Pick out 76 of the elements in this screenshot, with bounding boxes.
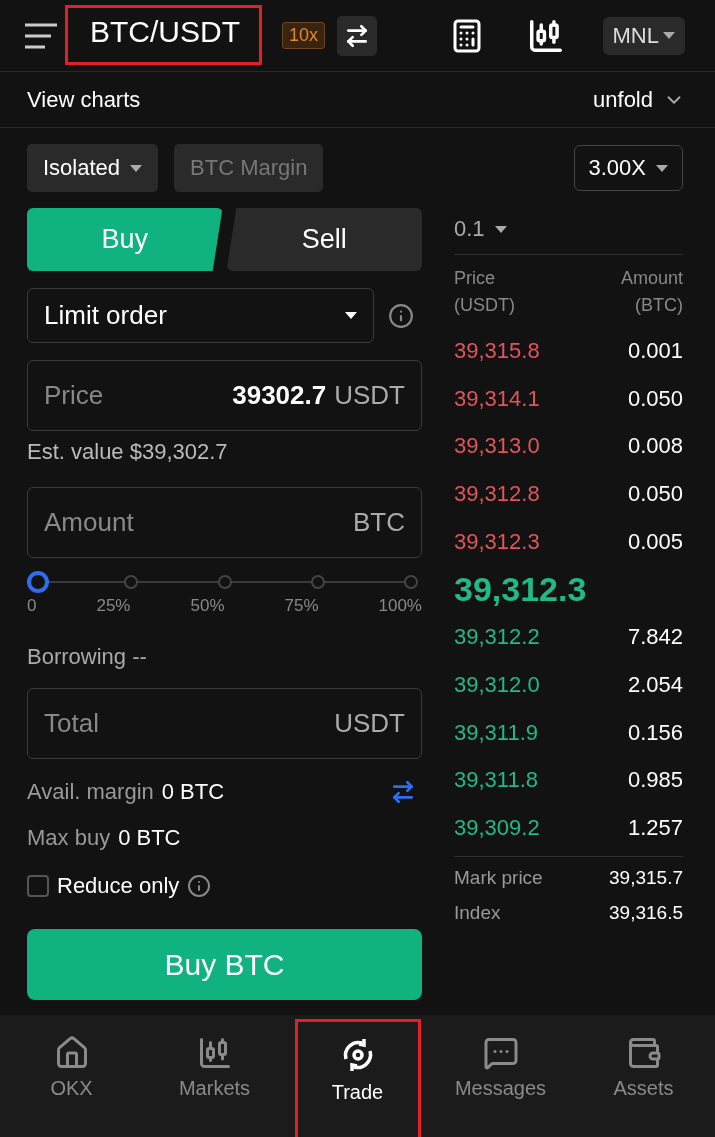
order-price: 39,309.2 (454, 815, 540, 842)
stat-label: Index (454, 902, 501, 925)
precision-dropdown[interactable]: 0.1 (454, 214, 683, 244)
order-amount: 0.008 (627, 433, 683, 460)
order-price: 39,314.1 (454, 385, 540, 412)
order-price: 39,311.8 (454, 767, 538, 794)
slider-stop-label: 25% (96, 596, 131, 616)
order-price: 39,313.0 (454, 433, 540, 460)
slider-stop-label: 0 (27, 596, 37, 616)
order-price: 39,312.8 (454, 480, 540, 507)
max-buy-label: Max buy (27, 825, 111, 851)
price-field[interactable]: Price 39302.7 USDT (27, 360, 422, 431)
order-price: 39,312.3 (454, 528, 540, 555)
amount-field[interactable]: Amount BTC (27, 487, 422, 558)
slider-stop-label: 50% (190, 596, 225, 616)
total-field[interactable]: Total USDT (27, 688, 422, 759)
amount-input[interactable]: Amount (44, 507, 244, 538)
column-header: Amount (BTC) (620, 267, 683, 317)
region-dropdown[interactable]: MNL (602, 16, 685, 55)
unfold-toggle[interactable]: unfold (593, 86, 685, 113)
order-amount: 0.001 (627, 337, 683, 364)
total-input[interactable]: Total (44, 708, 244, 739)
price-input[interactable]: 39302.7 (166, 380, 327, 411)
column-header: Price (USDT) (454, 267, 515, 317)
nav-tab[interactable]: Trade (297, 1029, 418, 1113)
slider-stop[interactable] (310, 575, 325, 589)
slider-stop[interactable] (217, 575, 232, 589)
nav-tab[interactable]: Markets (154, 1029, 275, 1113)
stat-value: 39,315.7 (609, 867, 683, 890)
order-price: 39,311.9 (454, 719, 538, 746)
order-amount: 0.005 (627, 528, 683, 555)
transfer-icon[interactable] (390, 779, 416, 805)
slider-thumb[interactable] (27, 571, 49, 593)
order-amount: 0.156 (627, 719, 683, 746)
unit-label: BTC (353, 507, 405, 538)
unit-label: USDT (334, 380, 405, 411)
order-type-dropdown[interactable]: Limit order (27, 288, 374, 343)
order-amount: 0.050 (627, 385, 683, 412)
order-amount: 7.842 (627, 624, 683, 651)
leverage-badge: 10x (282, 22, 326, 49)
message-icon (482, 1035, 519, 1071)
order-amount: 1.257 (627, 815, 683, 842)
borrowing-label: Borrowing -- (27, 644, 148, 670)
swap-button[interactable] (337, 15, 378, 56)
reduce-only-checkbox[interactable] (27, 875, 49, 897)
order-price: 39,312.2 (454, 624, 540, 651)
order-price: 39,312.0 (454, 671, 540, 698)
field-label: Price (44, 380, 104, 411)
leverage-dropdown[interactable]: 3.00X (573, 145, 683, 191)
order-amount: 0.050 (627, 480, 683, 507)
avail-margin-label: Avail. margin (27, 779, 154, 805)
side-tab[interactable]: Sell (226, 208, 422, 271)
unit-label: USDT (334, 708, 405, 739)
slider-stop-label: 100% (378, 596, 422, 616)
reduce-only-label: Reduce only (57, 873, 180, 899)
max-buy-value: 0 BTC (118, 825, 181, 851)
order-price: 39,315.8 (454, 337, 540, 364)
trading-pair[interactable]: BTC/USDT (90, 14, 240, 48)
slider-stop-label: 75% (284, 596, 319, 616)
info-icon[interactable] (388, 302, 414, 329)
menu-icon[interactable] (25, 21, 57, 50)
view-charts-label: View charts (27, 86, 141, 113)
nav-tab[interactable]: OKX (11, 1029, 132, 1113)
stat-value: 39,316.5 (609, 902, 683, 925)
last-price: 39,312.3 (454, 568, 588, 610)
info-icon[interactable] (187, 874, 212, 898)
margin-mode-dropdown[interactable]: Isolated (27, 144, 159, 192)
nav-tab[interactable]: Assets (583, 1029, 704, 1113)
order-amount: 2.054 (627, 671, 683, 698)
estimated-value: Est. value $39,302.7 (27, 439, 229, 465)
avail-margin-value: 0 BTC (161, 779, 225, 805)
order-amount: 0.985 (627, 767, 683, 794)
nav-tab[interactable]: Messages (440, 1029, 561, 1113)
slider-stop[interactable] (404, 575, 418, 589)
slider-stop[interactable] (124, 575, 139, 589)
stat-label: Mark price (454, 867, 543, 890)
